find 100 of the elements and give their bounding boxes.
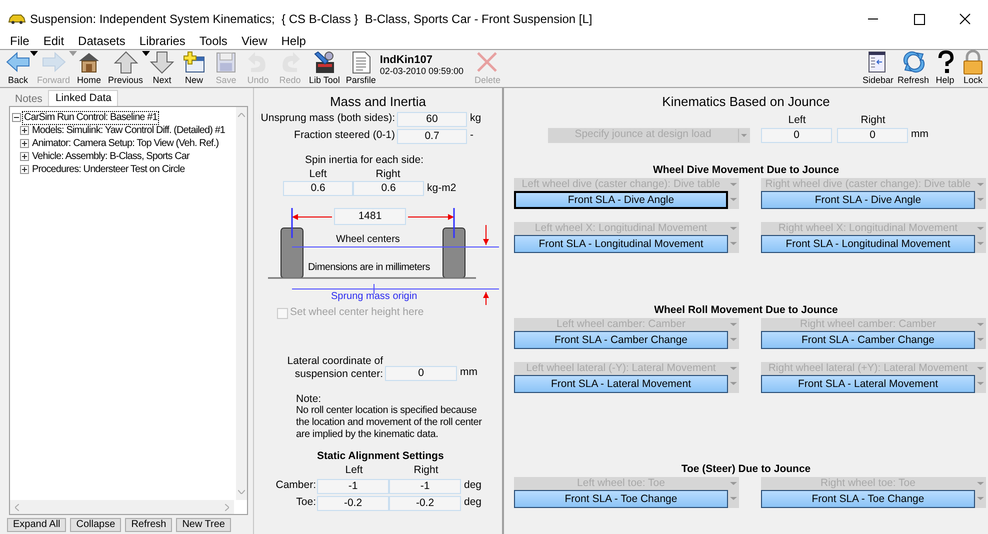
diagram-label: Wheel centers <box>336 234 400 246</box>
tree-item[interactable]: Procedures: Understeer Test on Circle <box>30 162 187 176</box>
column-label: Right <box>412 463 440 477</box>
tab[interactable]: Linked Data <box>48 90 118 106</box>
column-label: Right <box>374 167 402 181</box>
expand-icon[interactable] <box>20 139 29 148</box>
expand-icon[interactable] <box>20 165 29 174</box>
unit-label: - <box>470 128 474 144</box>
menu-item[interactable]: Help <box>279 32 308 50</box>
menu-item[interactable]: Tools <box>197 32 230 50</box>
field-label: Toe: <box>295 495 317 510</box>
toolbar-button[interactable]: Parsfile <box>342 50 379 85</box>
collapse-icon[interactable] <box>12 113 21 122</box>
unit-label: mm <box>460 365 478 380</box>
panel-button[interactable]: Collapse <box>70 518 122 532</box>
column-label: Right <box>860 113 886 127</box>
section-title: Mass and Inertia <box>330 93 426 110</box>
menu-item[interactable]: Libraries <box>137 32 188 50</box>
refresh-icon <box>901 50 926 75</box>
field-label: Unsprung mass (both sides): <box>260 111 396 126</box>
toolbar-button[interactable]: Refresh <box>896 50 930 85</box>
toolbar-button[interactable]: Sidebar <box>861 50 894 85</box>
toolbar-icon <box>149 50 176 75</box>
input-field[interactable]: 1481 <box>334 208 406 225</box>
tree-item[interactable]: CarSim Run Control: Baseline #1 <box>22 110 160 124</box>
up-arrow <box>483 292 489 305</box>
field-label: Lateral coordinate of <box>287 355 383 368</box>
dataset-dropdown[interactable]: Front SLA - Lateral Movement <box>514 375 728 393</box>
input-field[interactable]: 60 <box>397 112 467 126</box>
panel-button[interactable]: Expand All <box>7 518 66 532</box>
section-title: Kinematics Based on Jounce <box>662 93 830 110</box>
unit-label: mm <box>911 127 928 142</box>
horizontal-scrollbar[interactable] <box>10 500 234 514</box>
tab[interactable]: Notes <box>9 92 48 106</box>
input-field[interactable]: 0.6 <box>283 181 353 196</box>
panel-button[interactable]: Refresh <box>125 518 172 532</box>
column-label: Left <box>787 113 807 127</box>
toolbar-button[interactable]: New <box>178 50 210 85</box>
column-label: Left <box>308 167 328 181</box>
dataset-dropdown[interactable]: Front SLA - Longitudinal Movement <box>514 235 728 253</box>
scroll-right-icon[interactable] <box>225 504 229 511</box>
tree-item[interactable]: Vehicle: Assembly: B-Class, Sports Car <box>30 150 192 164</box>
input-field[interactable]: -0.2 <box>317 496 389 510</box>
menu-item[interactable]: Datasets <box>76 32 128 50</box>
dataset-dropdown[interactable]: Front SLA - Dive Angle <box>514 191 728 209</box>
tree-item[interactable]: Models: Simulink: Yaw Control Diff. (Detailed) #1 <box>30 124 228 138</box>
field-label: Camber: <box>274 478 317 494</box>
diagram-label: Dimensions are in millimeters <box>308 262 430 274</box>
input-field[interactable]: -0.2 <box>389 496 461 510</box>
toolbar-button[interactable]: Back <box>2 50 34 85</box>
unit-label: deg <box>464 478 482 494</box>
toolbar-button[interactable]: Lib Tool <box>306 50 343 85</box>
note-heading: Note: <box>296 393 322 405</box>
vertical-scrollbar[interactable] <box>236 107 247 500</box>
note-text: No roll center location is specified because the location and movement of the roll center are implied by the kinematic data. <box>296 405 483 441</box>
field-label: Fraction steered (0-1) <box>293 128 396 144</box>
input-field[interactable]: 0 <box>385 366 457 381</box>
toolbar-icon <box>5 50 31 75</box>
tree-item[interactable]: Animator: Camera Setup: Top View (Veh. Ref.) <box>30 136 221 150</box>
menu-item[interactable]: View <box>239 32 270 50</box>
toolbar-button[interactable]: Lock <box>960 50 986 85</box>
dataset-dropdown[interactable]: Front SLA - Toe Change <box>761 490 975 508</box>
toolbar-button[interactable]: Next <box>146 50 178 85</box>
menu-item[interactable]: File <box>8 32 32 50</box>
dataset-dropdown[interactable]: Front SLA - Camber Change <box>514 331 728 349</box>
toolbar-icon <box>181 50 208 75</box>
panel-button[interactable]: New Tree <box>176 518 231 532</box>
scroll-up-icon[interactable] <box>238 113 245 117</box>
window-title: Suspension: Independent System Kinematics; { CS B-Class } B-Class, Sports Car - Front Suspension [L] <box>30 11 592 28</box>
dataset-dropdown[interactable]: Front SLA - Longitudinal Movement <box>761 235 975 253</box>
scroll-down-icon[interactable] <box>238 490 245 494</box>
expand-icon[interactable] <box>20 126 29 135</box>
toolbar-button[interactable]: Previous <box>105 50 146 85</box>
checkbox-label: Set wheel center height here <box>290 305 424 320</box>
dataset-name: IndKin107 <box>380 54 434 66</box>
expand-icon[interactable] <box>20 152 29 161</box>
toolbar-button[interactable]: Home <box>73 50 106 85</box>
unit-label: deg <box>464 495 482 510</box>
dataset-dropdown[interactable]: Front SLA - Toe Change <box>514 490 728 508</box>
dataset-dropdown[interactable]: Front SLA - Lateral Movement <box>761 375 975 393</box>
input-field[interactable]: -1 <box>317 478 389 494</box>
field-label: suspension center: <box>294 368 383 381</box>
dataset-timestamp: 02-03-2010 09:59:00 <box>380 66 464 76</box>
scroll-left-icon[interactable] <box>15 504 19 511</box>
diagram-label: Sprung mass origin <box>331 291 418 303</box>
field-label: Spin inertia for each side: <box>305 154 424 166</box>
toolbar-button[interactable]: Help <box>932 50 958 85</box>
unit-label: kg-m2 <box>427 180 456 196</box>
input-field[interactable]: 0.6 <box>353 181 424 196</box>
unit-label: kg <box>470 111 482 126</box>
dropdown-arrow-icon <box>738 128 750 142</box>
column-label: Left <box>344 463 364 477</box>
dataset-dropdown[interactable]: Front SLA - Dive Angle <box>761 191 975 209</box>
input-field[interactable]: 0.7 <box>397 128 467 144</box>
dataset-dropdown[interactable]: Front SLA - Camber Change <box>761 331 975 349</box>
input-field[interactable]: -1 <box>389 478 461 494</box>
menu-item[interactable]: Edit <box>41 32 66 50</box>
section-title: Static Alignment Settings <box>317 449 444 463</box>
toolbar-icon <box>40 50 66 75</box>
section-title: Toe (Steer) Due to Jounce <box>681 462 811 476</box>
